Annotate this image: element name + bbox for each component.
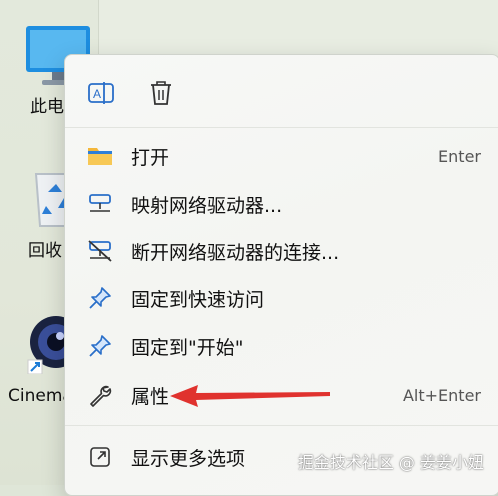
menu-item-pin-start[interactable]: 固定到"开始": [65, 323, 498, 369]
menu-item-label: 映射网络驱动器...: [131, 194, 283, 217]
menu-item-label: 固定到"开始": [131, 336, 244, 359]
folder-icon: [87, 144, 113, 168]
rename-icon: A: [88, 82, 114, 104]
menu-item-pin-quick-access[interactable]: 固定到快速访问: [65, 275, 498, 321]
menu-item-shortcut: Enter: [438, 146, 481, 166]
menu-item-disconnect-network-drive[interactable]: 断开网络驱动器的连接...: [65, 228, 498, 274]
desktop-icon-label: 回收: [28, 241, 62, 261]
menu-divider: [65, 425, 498, 426]
annotation-arrow: [170, 385, 330, 407]
pin-icon: [87, 286, 113, 310]
menu-item-map-network-drive[interactable]: 映射网络驱动器...: [65, 181, 498, 227]
menu-item-label: 打开: [131, 146, 170, 169]
menu-item-label: 固定到快速访问: [131, 288, 265, 311]
delete-button[interactable]: [143, 75, 179, 111]
menu-item-label: 显示更多选项: [131, 447, 246, 470]
menu-top-actions: A: [65, 55, 498, 129]
wrench-icon: [87, 383, 113, 407]
disconnect-drive-icon: [87, 239, 113, 263]
watermark-text: 掘金技术社区 @ 姜姜小妞: [297, 453, 484, 472]
more-options-icon: [87, 445, 113, 469]
background-window-edge: [98, 0, 498, 58]
network-drive-icon: [87, 192, 113, 216]
menu-item-shortcut: Alt+Enter: [402, 385, 481, 405]
rename-button[interactable]: A: [83, 75, 119, 111]
pin-start-icon: [87, 334, 113, 358]
svg-text:A: A: [93, 87, 101, 101]
menu-item-label: 属性: [131, 385, 170, 408]
menu-item-label: 断开网络驱动器的连接...: [131, 241, 340, 264]
menu-divider: [65, 127, 498, 128]
context-menu: A 打开 Enter 映射网络驱动器... 断开网络驱动器的连接... 固定到快…: [64, 54, 498, 496]
menu-item-open[interactable]: 打开 Enter: [65, 133, 498, 179]
desktop-icon-label: 此电: [30, 97, 64, 117]
delete-icon: [151, 81, 171, 105]
